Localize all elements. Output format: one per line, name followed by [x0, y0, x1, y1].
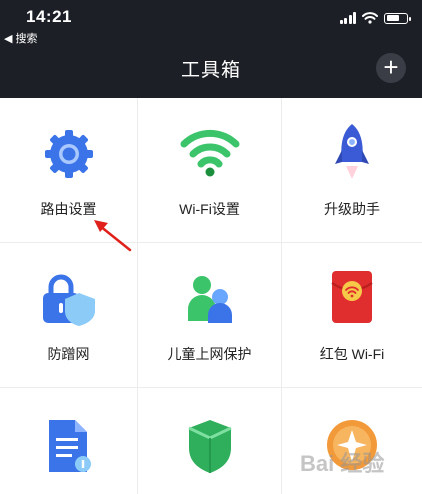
red-envelope-icon — [331, 271, 373, 323]
parent-child-icon — [187, 276, 232, 323]
rocket-icon — [335, 124, 369, 179]
tool-label: 红包 Wi-Fi — [319, 346, 385, 362]
annotation-arrow — [94, 220, 132, 252]
watermark: Bai 经验 — [300, 451, 385, 476]
tool-security-shield[interactable] — [138, 388, 282, 494]
green-shield-icon — [187, 420, 232, 473]
wifi-icon — [180, 129, 239, 177]
tool-label: 升级助手 — [324, 201, 380, 217]
gear-icon — [44, 130, 93, 178]
tool-orange-badge[interactable] — [282, 388, 422, 494]
battery-icon — [384, 12, 411, 24]
document-icon — [48, 420, 91, 472]
tool-anti-leech[interactable]: 防蹭网 — [0, 243, 138, 388]
tool-red-envelope-wifi[interactable]: 红包 Wi-Fi — [282, 243, 422, 388]
status-icons — [339, 12, 411, 24]
top-header: 14:21 ◀ 搜索 工具箱 + — [0, 0, 422, 98]
tool-upgrade-assistant[interactable]: 升级助手 — [282, 98, 422, 243]
wifi-status-icon — [362, 12, 378, 24]
back-to-search-link[interactable]: ◀ 搜索 — [4, 30, 38, 46]
status-time: 14:21 — [26, 7, 72, 26]
tool-label: 儿童上网保护 — [167, 346, 252, 362]
tool-wifi-settings[interactable]: Wi-Fi设置 — [138, 98, 282, 243]
lock-shield-icon — [42, 274, 95, 326]
tool-child-protection[interactable]: 儿童上网保护 — [138, 243, 282, 388]
page-title: 工具箱 — [180, 60, 241, 81]
signal-icon — [339, 12, 356, 24]
tool-label: 防蹭网 — [47, 346, 90, 362]
tool-document[interactable] — [0, 388, 138, 494]
tool-grid: 路由设置 Wi-Fi设置 升级助手 防蹭网 儿童上网保护 红包 Wi-Fi — [0, 98, 422, 494]
add-button[interactable]: + — [376, 53, 406, 83]
tool-label: Wi-Fi设置 — [179, 201, 240, 217]
